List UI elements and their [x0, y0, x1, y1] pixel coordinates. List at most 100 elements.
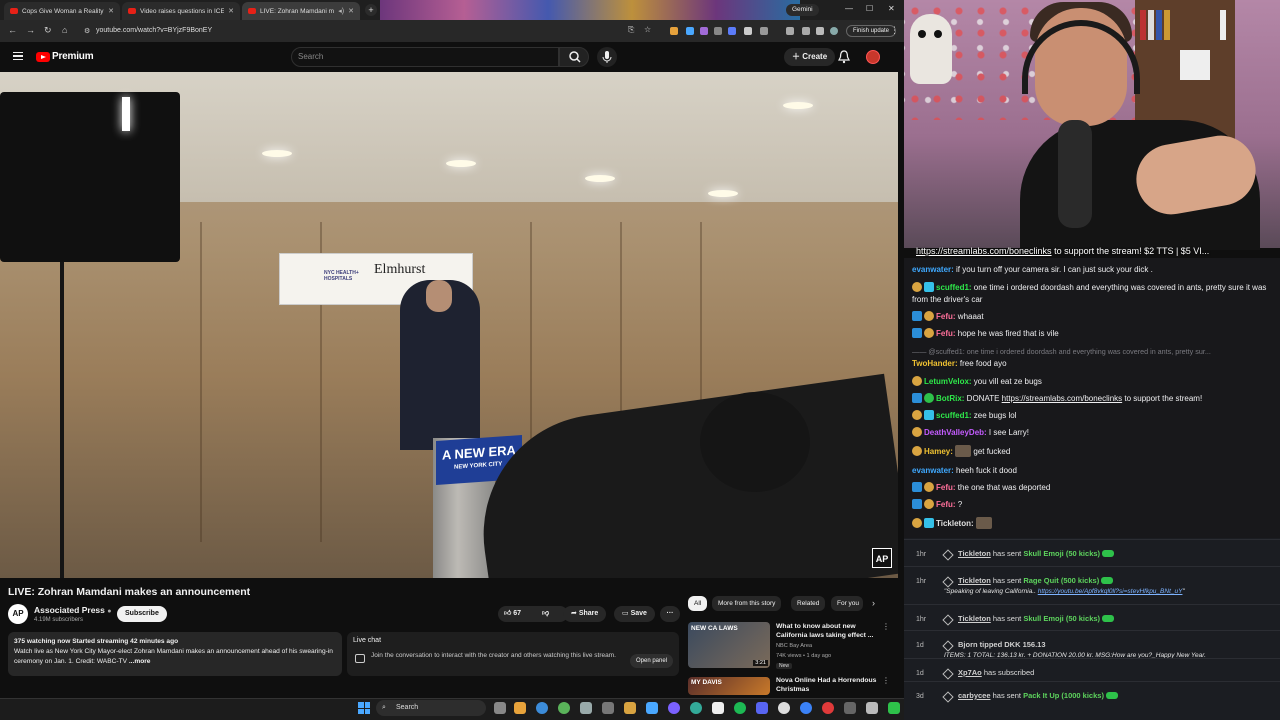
- recommendation-thumbnail[interactable]: NEW CA LAWS 3:21: [688, 622, 770, 668]
- app-icon[interactable]: [756, 702, 768, 714]
- create-button[interactable]: ＋ Create: [784, 48, 836, 66]
- chat-username[interactable]: TwoHander:: [912, 359, 958, 368]
- voice-search-button[interactable]: [597, 47, 617, 67]
- event-message-link[interactable]: https://youtu.be/Apf8vkql0ll?si=stevHfkp…: [1038, 588, 1183, 595]
- chat-username[interactable]: BotRix:: [936, 394, 964, 403]
- extension-icon[interactable]: [670, 27, 678, 35]
- windows-start-icon[interactable]: [358, 702, 370, 714]
- recommendation-menu-icon[interactable]: ⋮: [882, 676, 890, 685]
- app-icon[interactable]: [580, 702, 592, 714]
- share-button[interactable]: ➦ Share: [563, 606, 607, 622]
- search-input[interactable]: Search: [291, 47, 559, 67]
- back-icon[interactable]: ←: [8, 25, 17, 35]
- forward-icon[interactable]: →: [26, 25, 35, 35]
- browser-menu-icon[interactable]: ⋮: [890, 25, 899, 36]
- extension-icon[interactable]: [728, 27, 736, 35]
- reload-icon[interactable]: ↻: [44, 25, 52, 36]
- chip-more-from-story[interactable]: More from this story: [712, 596, 782, 611]
- side-panel-icon[interactable]: [786, 27, 794, 35]
- menu-hamburger-icon[interactable]: [13, 52, 23, 60]
- tab-2[interactable]: Video raises questions in ICE sh ✕: [122, 2, 240, 20]
- gemini-button[interactable]: Gemini: [786, 4, 819, 16]
- chat-username[interactable]: Fefu:: [936, 483, 956, 492]
- subscribe-button[interactable]: Subscribe: [117, 606, 167, 622]
- extension-icon[interactable]: [700, 27, 708, 35]
- app-icon[interactable]: [778, 702, 790, 714]
- folder-icon[interactable]: [624, 702, 636, 714]
- close-tab-icon[interactable]: ✕: [228, 7, 234, 15]
- like-button[interactable]: 👍︎ 67: [504, 606, 521, 622]
- extension-icon[interactable]: [686, 27, 694, 35]
- app-icon[interactable]: [602, 702, 614, 714]
- tab-3-active[interactable]: LIVE: Zohran Mamdani ma ◂) ✕: [242, 2, 360, 20]
- app-icon[interactable]: [888, 702, 900, 714]
- youtube-logo-icon[interactable]: [36, 52, 50, 62]
- taskbar-search[interactable]: ⌕ Search: [376, 700, 486, 716]
- file-explorer-icon[interactable]: [514, 702, 526, 714]
- chat-username[interactable]: LetumVelox:: [924, 377, 972, 386]
- extension-icon[interactable]: [744, 27, 752, 35]
- browser-icon[interactable]: [558, 702, 570, 714]
- chat-username[interactable]: DeathValleyDeb:: [924, 428, 987, 437]
- recommendation-menu-icon[interactable]: ⋮: [882, 622, 890, 631]
- chat-username[interactable]: scuffed1:: [936, 411, 972, 420]
- puzzle-extensions-icon[interactable]: [760, 27, 768, 35]
- chat-username[interactable]: Tickleton:: [936, 519, 974, 528]
- app-icon[interactable]: [690, 702, 702, 714]
- chip-related[interactable]: Related: [791, 596, 826, 611]
- minimize-icon[interactable]: —: [845, 4, 853, 13]
- audio-icon[interactable]: ◂): [338, 7, 344, 15]
- chat-username[interactable]: Fefu:: [936, 329, 956, 338]
- more-actions-button[interactable]: ···: [660, 606, 680, 622]
- extension-icon[interactable]: [816, 27, 824, 35]
- chat-username[interactable]: Hamey:: [924, 447, 953, 456]
- app-icon[interactable]: [668, 702, 680, 714]
- channel-name[interactable]: Associated Press ●: [34, 605, 111, 615]
- close-tab-icon[interactable]: ✕: [348, 7, 354, 15]
- description-box[interactable]: 375 watching now Started streaming 42 mi…: [8, 632, 342, 676]
- recommendation-channel[interactable]: NBC Bay Area: [776, 643, 812, 649]
- youtube-premium-label[interactable]: Premium: [52, 51, 94, 62]
- app-icon[interactable]: [866, 702, 878, 714]
- tab-1[interactable]: Cops Give Woman a Reality Ch ✕: [4, 2, 120, 20]
- app-icon[interactable]: [800, 702, 812, 714]
- extension-icon[interactable]: [714, 27, 722, 35]
- app-icon[interactable]: [646, 702, 658, 714]
- open-panel-button[interactable]: Open panel: [630, 654, 674, 668]
- chat-username[interactable]: evanwater:: [912, 265, 954, 274]
- finish-update-button[interactable]: Finish update: [846, 25, 897, 37]
- channel-avatar[interactable]: AP: [8, 604, 28, 624]
- chip-for-you[interactable]: For you: [831, 596, 863, 611]
- site-info-icon[interactable]: ⚙: [84, 27, 90, 35]
- save-button[interactable]: ▭ Save: [614, 606, 655, 622]
- close-tab-icon[interactable]: ✕: [108, 7, 114, 15]
- chat-username[interactable]: scuffed1:: [936, 283, 972, 292]
- show-more-link[interactable]: ...more: [129, 658, 151, 665]
- account-avatar[interactable]: [866, 50, 880, 64]
- recommendation-title[interactable]: Nova Online Had a Horrendous Christmas: [776, 676, 878, 694]
- spotify-icon[interactable]: [734, 702, 746, 714]
- dislike-button[interactable]: 👎︎: [542, 606, 549, 622]
- bookmark-star-icon[interactable]: ☆: [644, 25, 651, 34]
- chat-link[interactable]: https://streamlabs.com/boneclinks: [1002, 394, 1123, 403]
- app-icon[interactable]: [822, 702, 834, 714]
- chevron-right-icon[interactable]: ›: [872, 598, 875, 608]
- install-icon[interactable]: ⎘: [628, 25, 634, 35]
- chrome-icon[interactable]: [536, 702, 548, 714]
- video-player[interactable]: NYC HEALTH+ HOSPITALS Elmhurst A NEW ERA…: [0, 72, 898, 578]
- new-tab-button[interactable]: +: [365, 4, 377, 16]
- downloads-icon[interactable]: [802, 27, 810, 35]
- home-icon[interactable]: ⌂: [62, 25, 67, 35]
- app-icon[interactable]: [844, 702, 856, 714]
- recommendation-title[interactable]: What to know about new California laws t…: [776, 622, 878, 640]
- chip-all[interactable]: All: [688, 596, 708, 611]
- event-user[interactable]: Tickleton: [958, 614, 991, 623]
- task-view-icon[interactable]: [494, 702, 506, 714]
- event-user[interactable]: carbycee: [958, 691, 991, 700]
- event-user[interactable]: Xp7Ao: [958, 668, 982, 677]
- app-icon[interactable]: [712, 702, 724, 714]
- profile-avatar-icon[interactable]: [830, 27, 838, 35]
- url-field[interactable]: youtube.com/watch?v=BYjzF9BonEY: [80, 24, 640, 38]
- chat-username[interactable]: Fefu:: [936, 500, 956, 509]
- close-window-icon[interactable]: ✕: [888, 4, 895, 13]
